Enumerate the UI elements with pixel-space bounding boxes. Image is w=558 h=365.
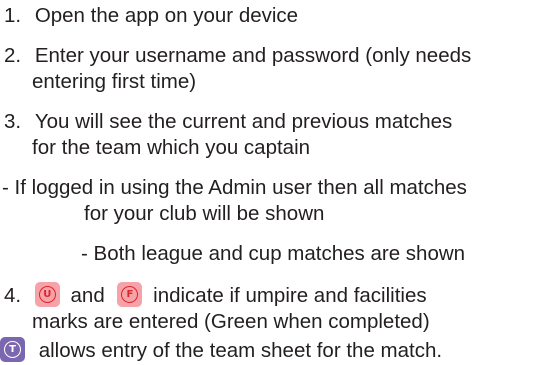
team-sheet-note: T allows entry of the team sheet for the… [0, 337, 443, 363]
step-2: 2. Enter your username and password (onl… [4, 44, 471, 68]
step-1: 1. Open the app on your device [4, 4, 298, 28]
step-4-continued: marks are entered (Green when completed) [32, 310, 430, 334]
note-text: allows entry of the team sheet for the m… [38, 339, 443, 362]
step-text: indicate if umpire and facilities [153, 284, 427, 307]
umpire-mark-icon: U [34, 282, 60, 308]
admin-note: - If logged in using the Admin user then… [2, 176, 467, 200]
step-number: 1. [4, 4, 22, 27]
step-3: 3. You will see the current and previous… [4, 110, 452, 134]
team-sheet-letter: T [4, 341, 21, 359]
note-text: - If logged in using the Admin user then… [2, 176, 467, 199]
step-4: 4. U and F indicate if umpire and facili… [4, 282, 427, 308]
note-text: - Both league and cup matches are shown [81, 242, 466, 265]
step-text: for the team which you captain [32, 136, 311, 159]
step-text: Open the app on your device [34, 4, 299, 27]
league-cup-note: - Both league and cup matches are shown [81, 242, 465, 266]
facilities-letter: F [121, 286, 139, 304]
step-3-continued: for the team which you captain [32, 136, 310, 160]
team-sheet-icon: T [0, 337, 25, 363]
step-text: and [70, 284, 105, 307]
note-text: for your club will be shown [84, 202, 325, 225]
step-number: 2. [4, 44, 22, 67]
step-text: entering first time) [32, 70, 197, 93]
step-text: Enter your username and password (only n… [34, 44, 472, 67]
step-text: You will see the current and previous ma… [34, 110, 453, 133]
step-2-continued: entering first time) [32, 70, 196, 94]
step-number: 3. [4, 110, 22, 133]
step-text: marks are entered (Green when completed) [32, 310, 430, 333]
umpire-letter: U [38, 286, 56, 304]
facilities-mark-icon: F [117, 282, 143, 308]
step-number: 4. [4, 284, 22, 307]
admin-note-continued: for your club will be shown [84, 202, 324, 226]
